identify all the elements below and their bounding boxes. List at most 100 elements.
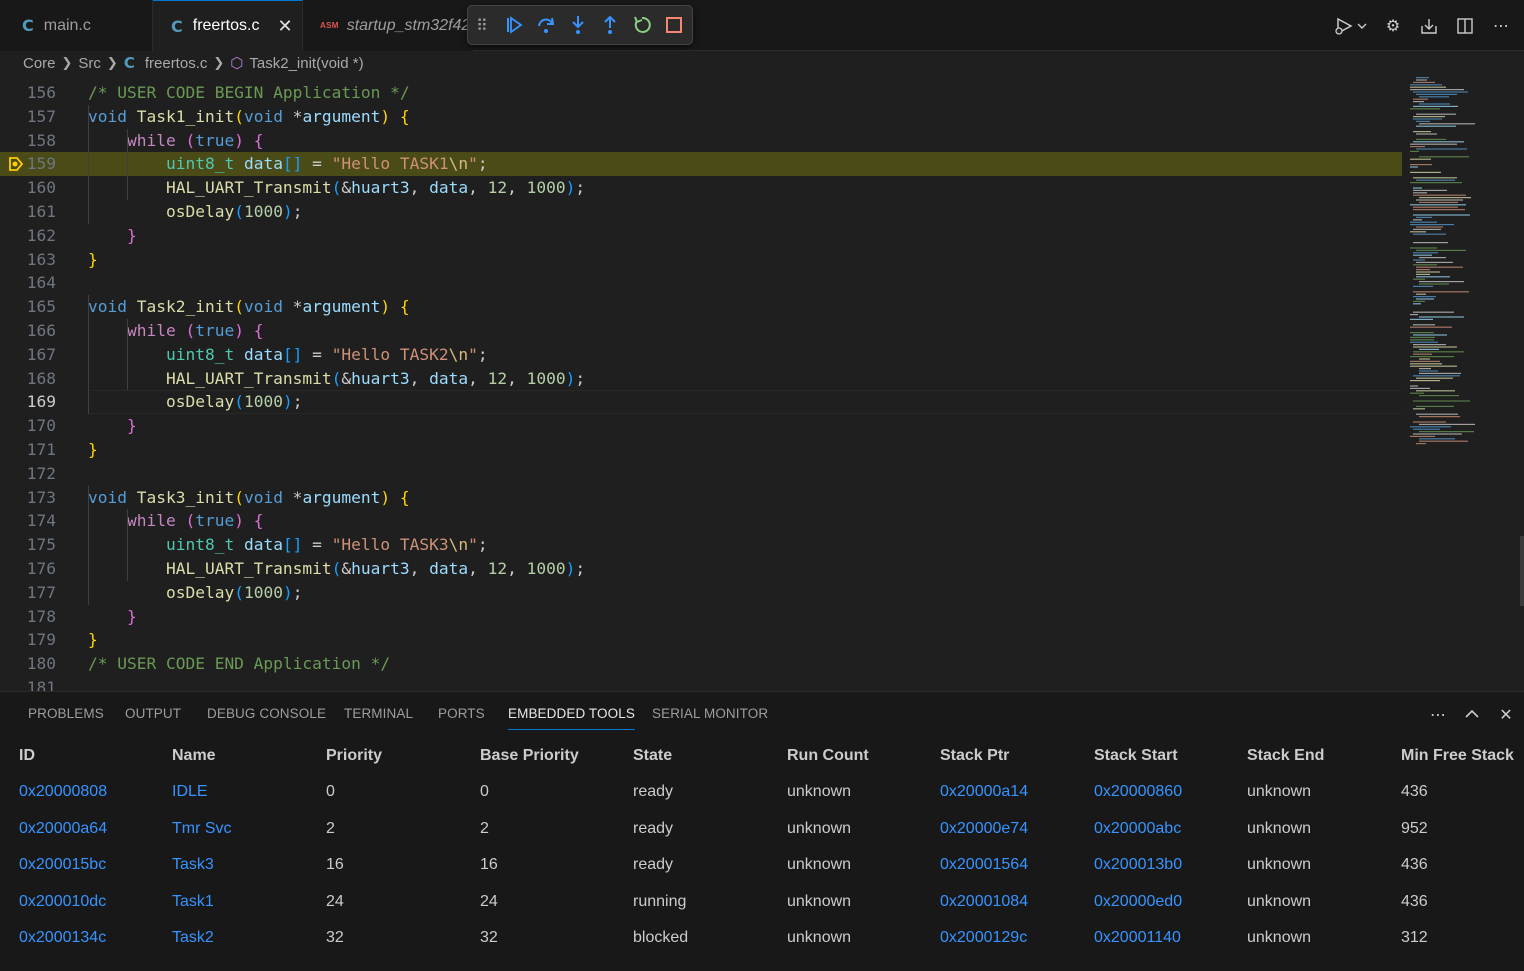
step-into-icon[interactable] bbox=[562, 10, 594, 40]
tab-terminal[interactable]: TERMINAL bbox=[344, 692, 413, 736]
line-number[interactable]: 170 bbox=[0, 414, 56, 438]
run-debug-icon[interactable] bbox=[1328, 11, 1372, 41]
table-cell-link[interactable]: Task2 bbox=[172, 920, 214, 956]
column-header[interactable]: Stack Start bbox=[1094, 738, 1178, 774]
code-line[interactable]: 164 bbox=[0, 271, 1402, 295]
restart-icon[interactable] bbox=[626, 10, 658, 40]
breadcrumb-item-core[interactable]: Core bbox=[23, 55, 56, 72]
tab-startup-asm[interactable]: ASM startup_stm32f42 bbox=[303, 0, 473, 51]
tab-freertos-c[interactable]: C freertos.c ✕ bbox=[153, 0, 303, 51]
download-icon[interactable] bbox=[1414, 11, 1444, 41]
table-cell-link[interactable]: 0x20000e74 bbox=[940, 811, 1028, 847]
column-header[interactable]: State bbox=[633, 738, 672, 774]
more-icon[interactable]: ⋯ bbox=[1486, 11, 1516, 41]
tab-embedded-tools[interactable]: EMBEDDED TOOLS bbox=[508, 692, 635, 736]
line-number[interactable]: 162 bbox=[0, 224, 56, 248]
code-line[interactable]: 159 uint8_t data[] = "Hello TASK1\n"; bbox=[0, 152, 1402, 177]
tab-main-c[interactable]: C main.c bbox=[0, 0, 153, 51]
line-number[interactable]: 180 bbox=[0, 652, 56, 676]
column-header[interactable]: Min Free Stack bbox=[1401, 738, 1514, 774]
grip-icon[interactable]: ⠿ bbox=[476, 16, 498, 35]
line-number[interactable]: 164 bbox=[0, 271, 56, 295]
table-cell-link[interactable]: 0x2000129c bbox=[940, 920, 1027, 956]
table-row[interactable]: 0x200010dc Task1 24 24 running unknown 0x20001… bbox=[0, 884, 1524, 920]
code-line[interactable]: 160 HAL_UART_Transmit(&huart3, data, 12,… bbox=[0, 176, 1402, 200]
tab-debug-console[interactable]: DEBUG CONSOLE bbox=[207, 692, 326, 736]
line-number[interactable]: 179 bbox=[0, 628, 56, 652]
code-editor[interactable]: 156 /* USER CODE BEGIN Application */ 157 v… bbox=[0, 75, 1524, 691]
line-number[interactable]: 176 bbox=[0, 557, 56, 581]
line-number[interactable]: 173 bbox=[0, 486, 56, 510]
table-cell-link[interactable]: Task3 bbox=[172, 847, 214, 883]
code-line[interactable]: 167 uint8_t data[] = "Hello TASK2\n"; bbox=[0, 343, 1402, 367]
line-number[interactable]: 171 bbox=[0, 438, 56, 462]
table-cell-link[interactable]: Task1 bbox=[172, 884, 214, 920]
table-cell-link[interactable]: 0x20000860 bbox=[1094, 774, 1182, 810]
code-line[interactable]: 163} bbox=[0, 248, 1402, 272]
step-over-icon[interactable] bbox=[530, 10, 562, 40]
table-row[interactable]: 0x200015bc Task3 16 16 ready unknown 0x2000156… bbox=[0, 847, 1524, 883]
code-line[interactable]: 173 void Task3_init(void *argument) { bbox=[0, 486, 1402, 510]
table-row[interactable]: 0x2000134c Task2 32 32 blocked unknown 0x20001… bbox=[0, 920, 1524, 956]
table-cell-link[interactable]: 0x20000a14 bbox=[940, 774, 1028, 810]
column-header[interactable]: Stack End bbox=[1247, 738, 1324, 774]
code-line[interactable]: 169 osDelay(1000); bbox=[0, 390, 1402, 414]
stop-icon[interactable] bbox=[658, 10, 690, 40]
breadcrumb-item-src[interactable]: Src bbox=[78, 55, 101, 72]
code-line[interactable]: 171} bbox=[0, 438, 1402, 462]
column-header[interactable]: Priority bbox=[326, 738, 382, 774]
table-cell-link[interactable]: 0x20001564 bbox=[940, 847, 1028, 883]
column-header[interactable]: Base Priority bbox=[480, 738, 579, 774]
code-line[interactable]: 172 bbox=[0, 462, 1402, 486]
code-line[interactable]: 156 /* USER CODE BEGIN Application */ bbox=[0, 81, 1402, 105]
continue-icon[interactable] bbox=[498, 10, 530, 40]
line-number[interactable]: 181 bbox=[0, 676, 56, 691]
line-number[interactable]: 161 bbox=[0, 200, 56, 224]
line-number[interactable]: 178 bbox=[0, 605, 56, 629]
line-number[interactable]: 160 bbox=[0, 176, 56, 200]
table-cell-link[interactable]: IDLE bbox=[172, 774, 208, 810]
table-cell-link[interactable]: 0x20001084 bbox=[940, 884, 1028, 920]
line-number[interactable]: 157 bbox=[0, 105, 56, 129]
line-number[interactable]: 156 bbox=[0, 81, 56, 105]
line-number[interactable]: 165 bbox=[0, 295, 56, 319]
code-line[interactable]: 180 /* USER CODE END Application */ bbox=[0, 652, 1402, 676]
line-number[interactable]: 169 bbox=[0, 390, 56, 414]
line-number[interactable]: 167 bbox=[0, 343, 56, 367]
editor-scrollbar[interactable] bbox=[1520, 536, 1524, 606]
breadcrumb-item-symbol[interactable]: Task2_init(void *) bbox=[249, 55, 363, 72]
split-editor-icon[interactable] bbox=[1450, 11, 1480, 41]
code-line[interactable]: 177 osDelay(1000); bbox=[0, 581, 1402, 605]
more-icon[interactable]: ⋯ bbox=[1426, 702, 1450, 726]
column-header[interactable]: Stack Ptr bbox=[940, 738, 1009, 774]
tab-ports[interactable]: PORTS bbox=[438, 692, 485, 736]
column-header[interactable]: ID bbox=[19, 738, 35, 774]
table-cell-link[interactable]: Tmr Svc bbox=[172, 811, 232, 847]
code-line[interactable]: 168 HAL_UART_Transmit(&huart3, data, 12,… bbox=[0, 367, 1402, 391]
tab-output[interactable]: OUTPUT bbox=[125, 692, 181, 736]
line-number[interactable]: 168 bbox=[0, 367, 56, 391]
line-number[interactable]: 172 bbox=[0, 462, 56, 486]
table-cell-link[interactable]: 0x20001140 bbox=[1094, 920, 1181, 956]
table-cell-link[interactable]: 0x20000808 bbox=[19, 774, 107, 810]
line-number[interactable]: 158 bbox=[0, 129, 56, 153]
code-line[interactable]: 170 } bbox=[0, 414, 1402, 438]
tab-serial-monitor[interactable]: SERIAL MONITOR bbox=[652, 692, 768, 736]
code-line[interactable]: 176 HAL_UART_Transmit(&huart3, data, 12,… bbox=[0, 557, 1402, 581]
table-cell-link[interactable]: 0x2000134c bbox=[19, 920, 106, 956]
line-number[interactable]: 177 bbox=[0, 581, 56, 605]
close-panel-icon[interactable]: ✕ bbox=[1494, 702, 1518, 726]
code-line[interactable]: 181 bbox=[0, 676, 1402, 691]
table-row[interactable]: 0x20000808 IDLE 0 0 ready unknown 0x20000a14 0x… bbox=[0, 774, 1524, 810]
close-icon[interactable]: ✕ bbox=[277, 16, 292, 37]
table-cell-link[interactable]: 0x200013b0 bbox=[1094, 847, 1182, 883]
line-number[interactable]: 163 bbox=[0, 248, 56, 272]
table-cell-link[interactable]: 0x20000abc bbox=[1094, 811, 1181, 847]
table-cell-link[interactable]: 0x20000ed0 bbox=[1094, 884, 1182, 920]
code-line[interactable]: 157 void Task1_init(void *argument) { bbox=[0, 105, 1402, 129]
table-cell-link[interactable]: 0x200010dc bbox=[19, 884, 106, 920]
code-line[interactable]: 165 void Task2_init(void *argument) { bbox=[0, 295, 1402, 319]
tab-problems[interactable]: PROBLEMS bbox=[28, 692, 104, 736]
line-number[interactable]: 174 bbox=[0, 509, 56, 533]
code-line[interactable]: 158 while (true) { bbox=[0, 129, 1402, 153]
